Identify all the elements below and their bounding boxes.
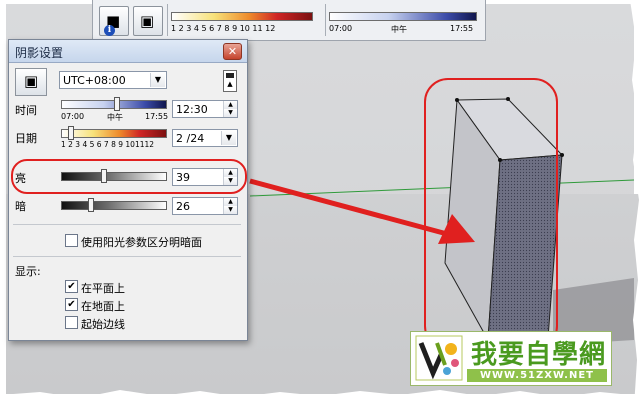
light-value: 39 [176, 171, 190, 184]
on-ground-label: 在地面上 [81, 300, 125, 313]
spin-down-icon: ▼ [224, 109, 237, 117]
shadow-settings-button[interactable]: ■ i [99, 6, 129, 36]
close-button[interactable]: ✕ [223, 43, 242, 60]
check-icon: ✔ [67, 281, 76, 292]
date-select[interactable]: 2 /24 ▼ [172, 129, 238, 147]
watermark-badge: 我要自學網 WWW.51ZXW.NET [410, 331, 612, 386]
time-start-tick: 07:00 [61, 112, 85, 121]
spin-down-icon: ▼ [224, 177, 237, 185]
divider [13, 224, 241, 225]
dark-slider-thumb[interactable] [88, 198, 94, 212]
light-input[interactable]: 39 ▲ ▼ [172, 168, 238, 186]
light-spinner[interactable]: ▲ ▼ [223, 169, 237, 185]
on-faces-label: 在平面上 [81, 282, 125, 295]
toolbar-month-slider[interactable] [171, 12, 313, 21]
date-label: 日期 [15, 132, 37, 145]
time-spinner[interactable]: ▲ ▼ [223, 101, 237, 117]
divider [13, 256, 241, 257]
light-slider[interactable] [61, 169, 167, 183]
time-end-tick: 17:55 [145, 112, 169, 121]
torn-edge-bottom [0, 390, 641, 407]
toolbar-time-end: 17:55 [450, 24, 474, 33]
collapse-icon [226, 73, 234, 78]
watermark-title: 我要自學網 [471, 340, 607, 370]
chevron-down-icon: ▼ [221, 131, 236, 145]
dialog-titlebar[interactable]: 阴影设置 ✕ [9, 40, 247, 63]
torn-edge-right [630, 0, 641, 407]
dark-spinner[interactable]: ▲ ▼ [223, 198, 237, 214]
dialog-title: 阴影设置 [15, 46, 64, 60]
from-edges-checkbox[interactable] [65, 316, 78, 329]
display-label: 显示: [15, 265, 41, 278]
dark-label: 暗 [15, 200, 26, 213]
chevron-up-icon: ▲ [227, 80, 233, 88]
light-label: 亮 [15, 172, 26, 185]
screenshot-canvas: ■ i ▣ 1 2 3 4 5 6 7 8 9 10 11 12 07:00 中… [0, 0, 641, 407]
timezone-value: UTC+08:00 [63, 74, 126, 87]
shadows-toggle-button[interactable]: ▣ [15, 68, 47, 96]
box-highlight-oval [424, 78, 558, 350]
on-ground-checkbox[interactable]: ✔ [65, 298, 78, 311]
time-label: 时间 [15, 104, 37, 117]
info-icon: i [104, 25, 115, 36]
watermark-logo [415, 335, 463, 381]
time-value: 12:30 [176, 103, 208, 116]
vertex-point [560, 153, 564, 157]
chevron-down-icon: ▼ [150, 73, 165, 87]
time-slider-thumb[interactable] [114, 97, 120, 111]
spin-up-icon: ▲ [224, 101, 237, 109]
spin-up-icon: ▲ [224, 169, 237, 177]
shadow-settings-dialog: 阴影设置 ✕ ▣ UTC+08:00 ▼ ▲ 时间 07:00 中午 17:55… [8, 39, 248, 341]
from-edges-label: 起始边线 [81, 318, 125, 331]
toolbar-month-ticks: 1 2 3 4 5 6 7 8 9 10 11 12 [171, 24, 276, 33]
date-slider[interactable] [61, 126, 167, 140]
close-icon: ✕ [227, 45, 238, 58]
date-slider-thumb[interactable] [68, 126, 74, 140]
spin-up-icon: ▲ [224, 198, 237, 206]
spin-down-icon: ▼ [224, 206, 237, 214]
toolbar-time-start: 07:00 [329, 24, 353, 33]
check-icon: ✔ [67, 299, 76, 310]
toolbar-time-slider[interactable] [329, 12, 477, 21]
date-value: 2 /24 [176, 132, 205, 145]
timezone-select[interactable]: UTC+08:00 ▼ [59, 71, 167, 89]
time-slider[interactable] [61, 97, 167, 111]
use-sun-checkbox[interactable] [65, 234, 78, 247]
on-faces-checkbox[interactable]: ✔ [65, 280, 78, 293]
shadows-toolbar: ■ i ▣ 1 2 3 4 5 6 7 8 9 10 11 12 07:00 中… [92, 0, 486, 41]
toolbar-separator [167, 4, 168, 36]
shadow-cube-icon: ▣ [24, 72, 39, 90]
watermark-url: WWW.51ZXW.NET [467, 369, 607, 382]
time-input[interactable]: 12:30 ▲ ▼ [172, 100, 238, 118]
toolbar-time-mid: 中午 [391, 25, 407, 34]
light-slider-thumb[interactable] [101, 169, 107, 183]
display-shadows-button[interactable]: ▣ [133, 6, 163, 36]
dark-input[interactable]: 26 ▲ ▼ [172, 197, 238, 215]
time-mid-tick: 中午 [107, 113, 123, 122]
shadow-cube-icon: ▣ [140, 12, 155, 30]
date-month-ticks: 1 2 3 4 5 6 7 8 9 101112 [61, 140, 155, 149]
dark-slider[interactable] [61, 198, 167, 212]
dark-value: 26 [176, 200, 190, 213]
collapse-button[interactable]: ▲ [223, 70, 237, 92]
toolbar-separator [325, 4, 326, 36]
use-sun-label: 使用阳光参数区分明暗面 [81, 236, 202, 249]
